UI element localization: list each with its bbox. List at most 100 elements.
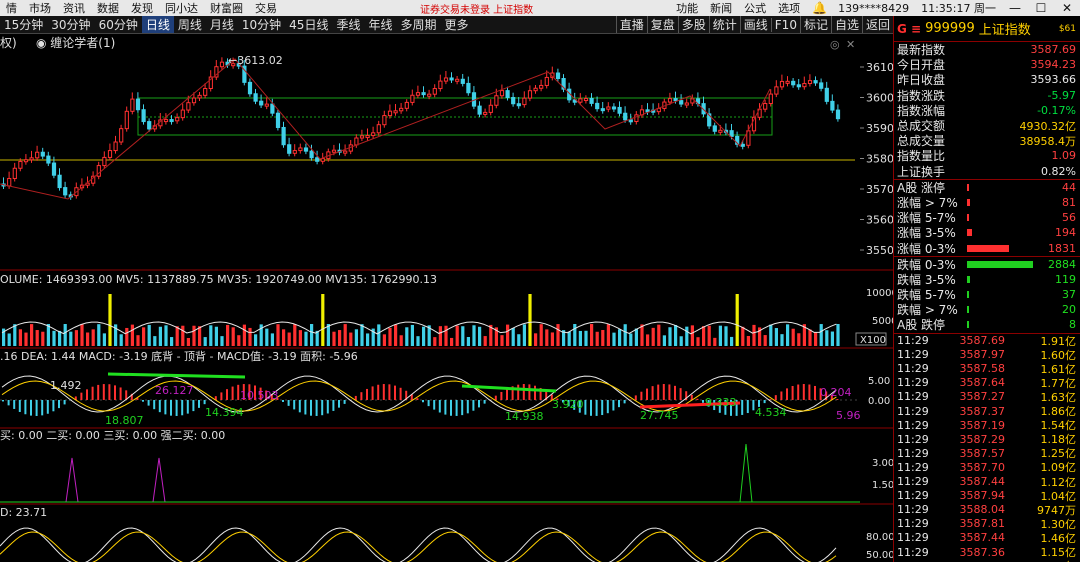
volume-bar	[13, 324, 17, 346]
minimize-icon[interactable]: —	[1002, 1, 1028, 15]
macd-bar	[802, 384, 805, 400]
period-45day[interactable]: 45日线	[285, 16, 332, 33]
panel-settings-icon[interactable]: ◎	[830, 38, 840, 51]
volume-bar	[226, 324, 230, 346]
macd-bar	[321, 400, 324, 416]
period-yearly[interactable]: 年线	[364, 16, 396, 33]
high-point-value: 3613.02	[237, 54, 283, 67]
menu-item-options[interactable]: 选项	[772, 0, 806, 16]
kline-chart-area[interactable]: 权) ◉ 缠论学者(1) ◎ ✕ ←3613.02 3610 3600 3590 35…	[0, 34, 893, 562]
macd-bar	[438, 400, 441, 413]
period-15min[interactable]: 15分钟	[0, 16, 47, 33]
trade-time: 11:29	[897, 348, 929, 362]
period-60min[interactable]: 60分钟	[95, 16, 142, 33]
volume-bar	[461, 326, 465, 346]
menu-item-news-right[interactable]: 新闻	[704, 0, 738, 16]
candle-body	[287, 144, 292, 154]
menu-item-quote[interactable]: 情	[0, 0, 23, 16]
indicator-title[interactable]: ◉ 缠论学者(1)	[36, 35, 115, 50]
tool-f10[interactable]: F10	[770, 17, 800, 32]
period-multi[interactable]: 多周期	[396, 16, 440, 33]
menu-item-community[interactable]: 财富圈	[204, 0, 249, 16]
trade-time: 11:29	[897, 446, 929, 460]
maximize-icon[interactable]: ☐	[1028, 1, 1054, 15]
login-notice[interactable]: 证券交易未登录 上证指数	[414, 1, 539, 16]
trade-row: 11:29 3587.27 1.63亿	[894, 390, 1080, 404]
user-account[interactable]: 139****8429	[832, 2, 915, 15]
macd-bar	[35, 400, 38, 416]
tool-live[interactable]: 直播	[615, 16, 647, 33]
k-line	[0, 527, 837, 562]
menu-item-market[interactable]: 市场	[23, 0, 57, 16]
volume-bar	[158, 326, 162, 346]
period-daily[interactable]: 日线	[141, 16, 174, 33]
menu-item-formula[interactable]: 公式	[738, 0, 772, 16]
period-weekly[interactable]: 周线	[174, 16, 206, 33]
menu-item-news[interactable]: 资讯	[57, 0, 91, 16]
kd-tick-low: 50.00	[866, 550, 893, 561]
macd-bar	[668, 384, 671, 400]
macd-bar	[114, 385, 116, 400]
tool-multi-stock[interactable]: 多股	[677, 16, 709, 33]
panel-close-icon[interactable]: ✕	[846, 38, 855, 51]
bell-icon[interactable]: 🔔	[806, 1, 832, 15]
macd-annotation-label: 14.394	[205, 406, 244, 419]
menu-item-data[interactable]: 数据	[91, 0, 125, 16]
close-icon[interactable]: ✕	[1054, 1, 1080, 15]
candle-body	[387, 110, 393, 117]
candle-body	[830, 100, 835, 111]
macd-bar	[517, 384, 520, 400]
candle-body	[102, 156, 107, 167]
menu-item-discover[interactable]: 发现	[125, 0, 159, 16]
tool-back[interactable]: 返回	[861, 16, 893, 33]
group-badge: G ≡	[897, 21, 922, 36]
volume-bar	[360, 324, 364, 346]
macd-tick-zero: 0.00	[868, 396, 890, 407]
trade-row: 11:29 3587.36 1.15亿	[894, 545, 1080, 560]
menu-item-trade[interactable]: 交易	[249, 0, 283, 16]
macd-bar	[679, 388, 682, 400]
volume-unit-label[interactable]: X100	[860, 335, 886, 346]
candle-body	[432, 88, 437, 95]
period-monthly[interactable]: 月线	[206, 16, 238, 33]
tick-trades-list[interactable]: 11:29 3587.69 1.91亿 11:29 3587.97 1.60亿 11:29 3…	[894, 334, 1080, 562]
trade-row: 11:29 3588.04 9747万	[894, 503, 1080, 517]
volume-bar	[248, 327, 252, 346]
candle-body	[29, 157, 34, 161]
macd-bar	[427, 400, 430, 407]
trade-time: 11:29	[897, 475, 929, 489]
volume-bar	[545, 329, 549, 346]
macd-bar	[433, 400, 436, 410]
period-30min[interactable]: 30分钟	[47, 16, 94, 33]
menu-item-function[interactable]: 功能	[670, 0, 704, 16]
tool-watchlist[interactable]: 自选	[830, 16, 862, 33]
period-10min[interactable]: 10分钟	[238, 16, 285, 33]
period-quarterly[interactable]: 季线	[332, 16, 364, 33]
candle-body	[595, 102, 600, 110]
macd-bar	[662, 384, 665, 400]
tool-stats[interactable]: 统计	[708, 16, 740, 33]
volume-bar	[153, 336, 157, 346]
volume-bar	[578, 330, 582, 346]
macd-bar	[298, 400, 301, 413]
candle-body	[281, 126, 286, 146]
volume-bar	[203, 337, 207, 346]
candle-body	[455, 78, 460, 82]
candle-body	[343, 150, 348, 154]
macd-bar	[382, 384, 385, 400]
volume-bar	[366, 333, 370, 346]
volume-bar	[819, 324, 823, 346]
candle-body	[298, 147, 303, 152]
candle-body	[393, 110, 398, 114]
period-more[interactable]: 更多	[441, 16, 473, 33]
tool-replay[interactable]: 复盘	[646, 16, 678, 33]
candle-body	[796, 84, 801, 88]
volume-bar	[466, 336, 470, 346]
trade-price: 3587.70	[959, 460, 1006, 474]
tool-mark[interactable]: 标记	[799, 16, 831, 33]
volume-bar	[685, 326, 689, 346]
menu-item-assistant[interactable]: 同小达	[159, 0, 204, 16]
tool-draw-line[interactable]: 画线	[739, 16, 771, 33]
candle-body	[785, 80, 790, 84]
macd-bar	[774, 395, 777, 400]
